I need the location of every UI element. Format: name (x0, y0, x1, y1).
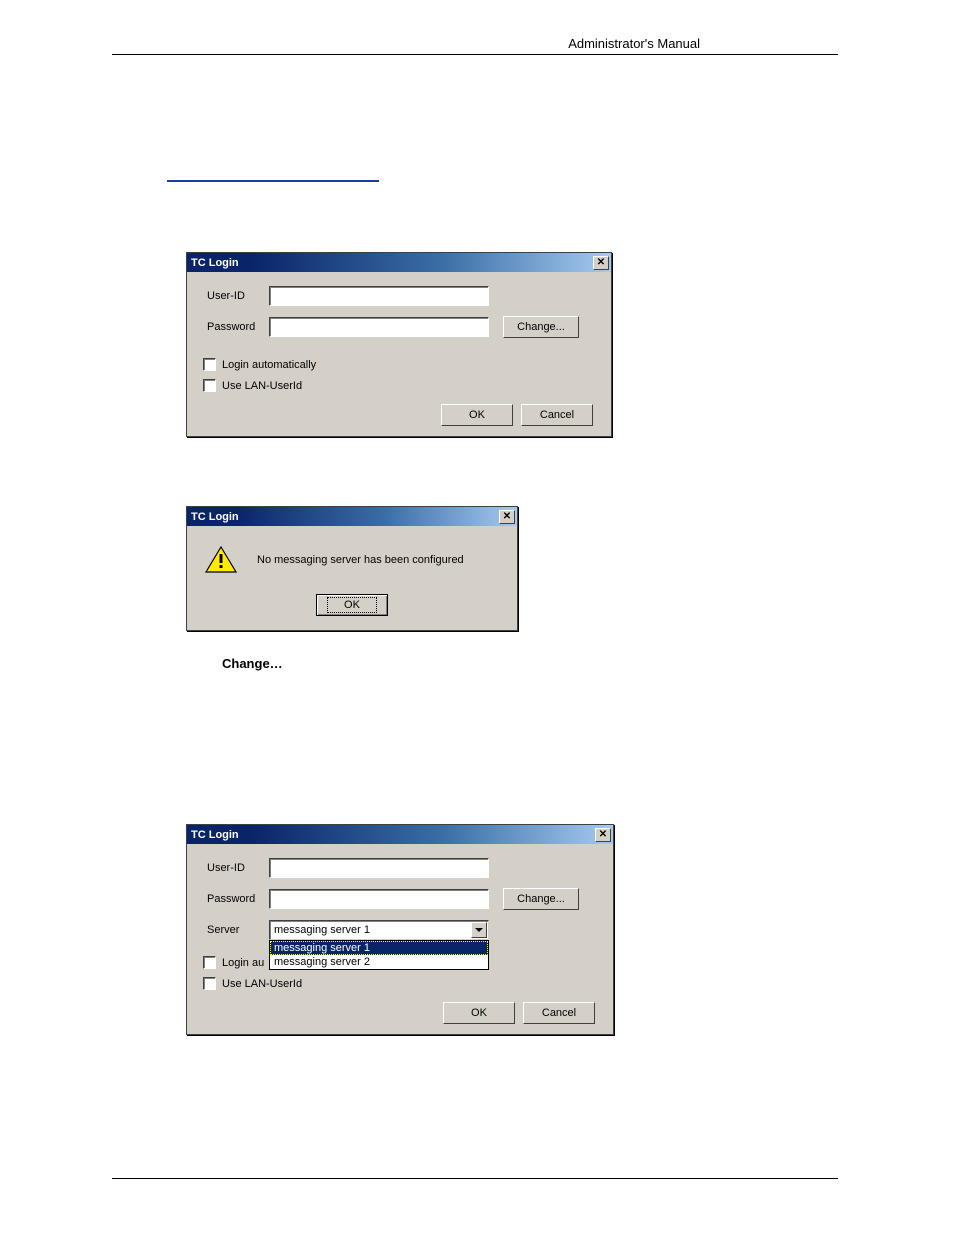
section-underline (167, 180, 379, 182)
titlebar-text: TC Login (191, 257, 239, 269)
titlebar-text: TC Login (191, 511, 239, 523)
ok-button[interactable]: OK (441, 404, 513, 426)
server-selected-value: messaging server 1 (274, 924, 370, 936)
change-button[interactable]: Change... (503, 316, 579, 338)
user-id-input[interactable] (269, 858, 489, 878)
password-input[interactable] (269, 317, 489, 337)
ok-button[interactable]: OK (443, 1002, 515, 1024)
server-option-2[interactable]: messaging server 2 (270, 955, 488, 969)
use-lan-label: Use LAN-UserId (222, 380, 302, 392)
warning-icon (205, 546, 237, 574)
login-auto-label-partial: Login au (222, 957, 264, 969)
password-label: Password (207, 893, 269, 905)
titlebar: TC Login ✕ (187, 507, 517, 526)
login-auto-label: Login automatically (222, 359, 316, 371)
titlebar-text: TC Login (191, 829, 239, 841)
password-label: Password (207, 321, 269, 333)
use-lan-checkbox[interactable] (203, 379, 216, 392)
server-combobox[interactable]: messaging server 1 messaging server 1 me… (269, 920, 489, 940)
user-id-label: User-ID (207, 290, 269, 302)
change-bold-text: Change… (222, 656, 283, 671)
titlebar: TC Login ✕ (187, 253, 611, 272)
close-icon[interactable]: ✕ (593, 256, 609, 270)
chevron-down-icon[interactable] (471, 922, 487, 938)
server-label: Server (207, 924, 269, 936)
header-rule (112, 54, 838, 55)
user-id-input[interactable] (269, 286, 489, 306)
close-icon[interactable]: ✕ (499, 510, 515, 524)
login-auto-checkbox[interactable] (203, 358, 216, 371)
login-auto-checkbox[interactable] (203, 956, 216, 969)
cancel-button[interactable]: Cancel (523, 1002, 595, 1024)
cancel-button[interactable]: Cancel (521, 404, 593, 426)
password-input[interactable] (269, 889, 489, 909)
page-header-title: Administrator's Manual (568, 36, 700, 51)
titlebar: TC Login ✕ (187, 825, 613, 844)
tc-login-alert-dialog: TC Login ✕ No messaging server has been … (186, 506, 518, 631)
server-dropdown-list: messaging server 1 messaging server 2 (269, 940, 489, 970)
close-icon[interactable]: ✕ (595, 828, 611, 842)
server-option-1[interactable]: messaging server 1 (270, 941, 488, 955)
ok-button[interactable]: OK (316, 594, 388, 616)
user-id-label: User-ID (207, 862, 269, 874)
use-lan-label: Use LAN-UserId (222, 978, 302, 990)
footer-rule (112, 1178, 838, 1179)
ok-button-label: OK (327, 597, 377, 613)
change-button[interactable]: Change... (503, 888, 579, 910)
alert-message: No messaging server has been configured (257, 554, 464, 566)
use-lan-checkbox[interactable] (203, 977, 216, 990)
tc-login-dialog-2: TC Login ✕ User-ID Password Change... Se… (186, 824, 614, 1035)
tc-login-dialog-1: TC Login ✕ User-ID Password Change... Lo… (186, 252, 612, 437)
